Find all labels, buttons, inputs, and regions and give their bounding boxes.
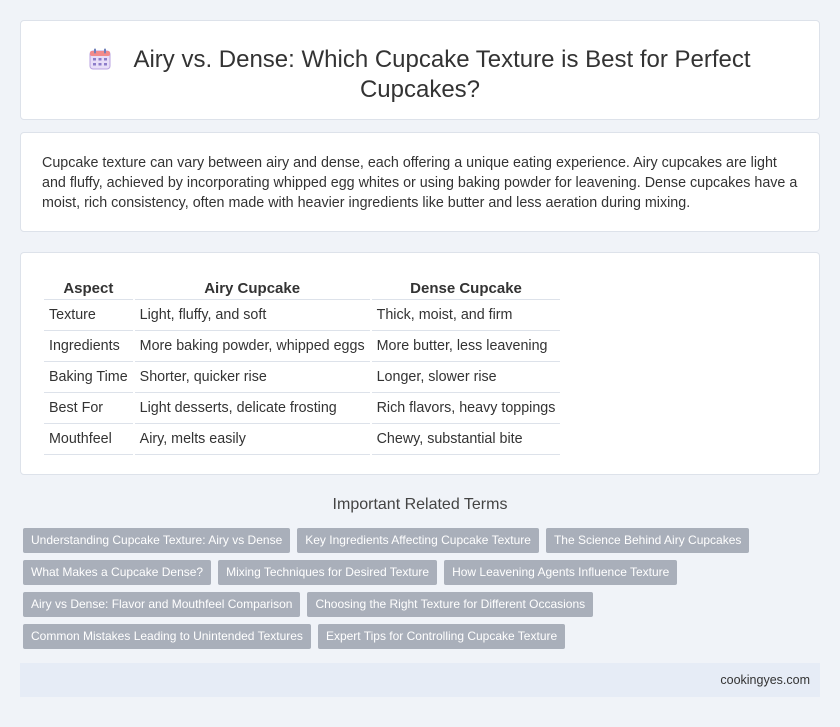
- related-term-tag[interactable]: How Leavening Agents Influence Texture: [444, 560, 678, 585]
- table-row: Texture Light, fluffy, and soft Thick, m…: [44, 300, 561, 331]
- table-cell: Best For: [44, 393, 133, 424]
- intro-text: Cupcake texture can vary between airy an…: [42, 155, 798, 211]
- table-cell: Longer, slower rise: [371, 362, 561, 393]
- table-cell: Chewy, substantial bite: [371, 424, 561, 455]
- table-row: Baking Time Shorter, quicker rise Longer…: [44, 362, 561, 393]
- calendar-icon: [89, 48, 111, 70]
- table-cell: Ingredients: [44, 331, 133, 362]
- intro-card: Cupcake texture can vary between airy an…: [20, 132, 820, 232]
- related-term-tag[interactable]: Airy vs Dense: Flavor and Mouthfeel Comp…: [23, 592, 301, 617]
- comparison-card: Aspect Airy Cupcake Dense Cupcake Textur…: [20, 252, 820, 475]
- related-term-tag[interactable]: Mixing Techniques for Desired Texture: [218, 560, 438, 585]
- footer-site-link[interactable]: cookingyes.com: [720, 673, 810, 687]
- table-header-row: Aspect Airy Cupcake Dense Cupcake: [44, 273, 561, 300]
- header-airy: Airy Cupcake: [134, 273, 370, 300]
- related-term-tag[interactable]: What Makes a Cupcake Dense?: [23, 560, 212, 585]
- table-cell: Mouthfeel: [44, 424, 133, 455]
- related-term-tag[interactable]: Understanding Cupcake Texture: Airy vs D…: [23, 528, 291, 553]
- tag-row: Airy vs Dense: Flavor and Mouthfeel Comp…: [23, 592, 803, 624]
- tag-row: Understanding Cupcake Texture: Airy vs D…: [23, 528, 803, 560]
- table-cell: Light, fluffy, and soft: [134, 300, 370, 331]
- related-term-tag[interactable]: Choosing the Right Texture for Different…: [307, 592, 594, 617]
- header-card: Airy vs. Dense: Which Cupcake Texture is…: [20, 20, 820, 120]
- related-term-tag[interactable]: Common Mistakes Leading to Unintended Te…: [23, 624, 311, 649]
- table-cell: Shorter, quicker rise: [134, 362, 370, 393]
- related-term-tag[interactable]: Expert Tips for Controlling Cupcake Text…: [317, 624, 566, 649]
- header-aspect: Aspect: [44, 273, 133, 300]
- table-row: Mouthfeel Airy, melts easily Chewy, subs…: [44, 424, 561, 455]
- table-row: Best For Light desserts, delicate frosti…: [44, 393, 561, 424]
- table-cell: More baking powder, whipped eggs: [134, 331, 370, 362]
- table-cell: Airy, melts easily: [134, 424, 370, 455]
- table-cell: More butter, less leavening: [371, 331, 561, 362]
- table-cell: Texture: [44, 300, 133, 331]
- tag-row: What Makes a Cupcake Dense? Mixing Techni…: [23, 560, 803, 592]
- tag-row: Common Mistakes Leading to Unintended Te…: [23, 624, 803, 656]
- comparison-table: Aspect Airy Cupcake Dense Cupcake Textur…: [42, 273, 562, 455]
- related-term-tag[interactable]: The Science Behind Airy Cupcakes: [545, 528, 750, 553]
- footer: cookingyes.com: [20, 663, 820, 697]
- table-cell: Baking Time: [44, 362, 133, 393]
- table-row: Ingredients More baking powder, whipped …: [44, 331, 561, 362]
- related-term-tag[interactable]: Key Ingredients Affecting Cupcake Textur…: [297, 528, 539, 553]
- related-terms-title: Important Related Terms: [332, 496, 508, 513]
- page-title: Airy vs. Dense: Which Cupcake Texture is…: [133, 46, 751, 103]
- table-cell: Thick, moist, and firm: [371, 300, 561, 331]
- related-terms-list: Understanding Cupcake Texture: Airy vs D…: [23, 528, 803, 656]
- table-cell: Rich flavors, heavy toppings: [371, 393, 561, 424]
- page-title-wrap: Airy vs. Dense: Which Cupcake Texture is…: [21, 45, 819, 105]
- table-cell: Light desserts, delicate frosting: [134, 393, 370, 424]
- header-dense: Dense Cupcake: [371, 273, 561, 300]
